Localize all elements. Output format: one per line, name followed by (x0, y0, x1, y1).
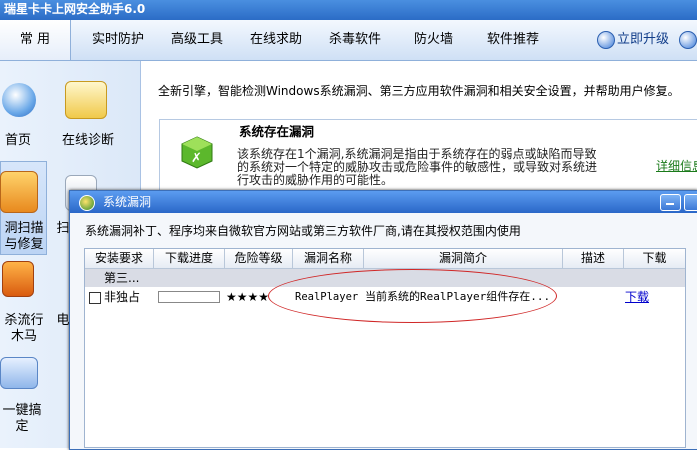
dialog-note: 系统漏洞补丁、程序均来自微软官方网站或第三方软件厂商,请在其授权范围内使用 (85, 224, 521, 238)
col-header-progress[interactable]: 下载进度 (154, 249, 225, 269)
green-box-icon: ✗ (181, 136, 213, 169)
group-label: 第三... (104, 271, 140, 285)
col-header-download[interactable]: 下载 (624, 249, 685, 269)
dialog-titlebar[interactable]: 系统漏洞 (70, 191, 697, 213)
group-row[interactable]: 第三... (85, 269, 685, 287)
row-requirement: 非独占 (104, 290, 141, 304)
trojan-kill-icon[interactable] (2, 261, 34, 297)
row-checkbox[interactable] (89, 292, 101, 304)
row-vuln-name: RealPlayer (295, 291, 359, 303)
tab-advanced-tools[interactable]: 高级工具 (171, 20, 223, 60)
help-icon[interactable] (679, 31, 697, 49)
sidebar-item-scan-partial[interactable]: 扫 (56, 221, 70, 237)
sidebar-item-home[interactable]: 首页 (0, 133, 36, 149)
vulnerability-dialog: 系统漏洞 系统漏洞补丁、程序均来自微软官方网站或第三方软件厂商,请在其授权范围内… (69, 190, 697, 450)
one-click-icon[interactable] (0, 357, 38, 389)
table-row[interactable]: 非独占 ★★★★ RealPlayer 当前系统的RealPlayer组件存在.… (85, 288, 685, 306)
card-title: 系统存在漏洞 (239, 124, 315, 139)
col-header-summary[interactable]: 漏洞简介 (364, 249, 563, 269)
dialog-logo-icon (79, 195, 95, 211)
vuln-scan-icon[interactable] (0, 171, 38, 213)
sidebar-item-partial-e[interactable]: 电 (56, 313, 70, 329)
tab-firewall[interactable]: 防火墙 (414, 20, 453, 60)
row-danger-stars: ★★★★ (226, 290, 270, 304)
sidebar-item-one-click[interactable]: 一键搞定 (0, 403, 44, 435)
main-toolbar: 常 用 实时防护 高级工具 在线求助 杀毒软件 防火墙 软件推荐 立即升级 (0, 20, 697, 61)
vulnerability-table: 安装要求 下载进度 危险等级 漏洞名称 漏洞简介 描述 下载 第三... 非独占… (84, 248, 686, 448)
sidebar-item-online-diagnosis[interactable]: 在线诊断 (58, 133, 118, 149)
tab-antivirus[interactable]: 杀毒软件 (329, 20, 381, 60)
col-header-name[interactable]: 漏洞名称 (293, 249, 364, 269)
col-header-desc[interactable]: 描述 (563, 249, 624, 269)
tab-common[interactable]: 常 用 (0, 20, 71, 60)
home-icon[interactable] (2, 83, 36, 117)
col-header-requirement[interactable]: 安装要求 (85, 249, 154, 269)
minimize-button[interactable] (660, 194, 681, 211)
svg-text:✗: ✗ (191, 151, 202, 166)
window-title: 瑞星卡卡上网安全助手6.0 (4, 2, 146, 16)
upgrade-icon[interactable] (597, 31, 615, 49)
col-header-danger[interactable]: 危险等级 (225, 249, 293, 269)
row-progress-bar (158, 291, 220, 303)
tab-software-recommend[interactable]: 软件推荐 (487, 20, 539, 60)
sidebar-item-kill-trojans[interactable]: 杀流行木马 (0, 313, 48, 345)
tab-online-help[interactable]: 在线求助 (250, 20, 302, 60)
sidebar-item-vuln-scan[interactable]: 洞扫描与修复 (0, 221, 48, 253)
intro-text: 全新引擎，智能检测Windows系统漏洞、第三方应用软件漏洞和相关安全设置，并帮… (158, 84, 680, 98)
detail-info-link[interactable]: 详细信息 (656, 157, 697, 174)
tab-realtime-protection[interactable]: 实时防护 (92, 20, 144, 60)
dialog-title: 系统漏洞 (103, 195, 152, 209)
card-description: 该系统存在1个漏洞,系统漏洞是指由于系统存在的弱点或缺陷而导致的系统对一个特定的… (237, 147, 598, 187)
diagnosis-icon[interactable] (65, 81, 107, 119)
upgrade-button[interactable]: 立即升级 (617, 20, 669, 60)
row-download-link[interactable]: 下载 (625, 288, 649, 306)
window-titlebar[interactable]: 瑞星卡卡上网安全助手6.0 (0, 0, 697, 20)
close-button[interactable] (684, 194, 697, 211)
row-vuln-summary: 当前系统的RealPlayer组件存在... (365, 290, 551, 303)
